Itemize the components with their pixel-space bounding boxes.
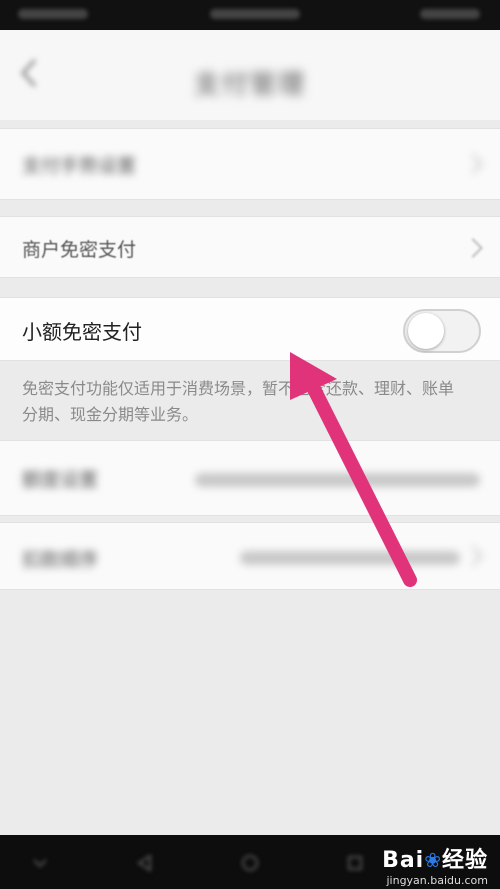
network-icons (210, 9, 300, 19)
paw-icon: ❀ (424, 848, 442, 872)
home-key-icon[interactable] (240, 853, 260, 873)
row-label: 额度设置 (22, 469, 99, 491)
recents-key-icon[interactable] (345, 853, 365, 873)
baidu-jingyan-watermark: Bai❀经验 jingyan.baidu.com (382, 842, 488, 887)
watermark-brand: Bai❀经验 (382, 842, 488, 874)
settings-row-gesture[interactable]: 支付手势设置 (0, 128, 500, 200)
status-bar (0, 0, 500, 30)
page-title: 支付管理 (193, 70, 306, 100)
settings-row-limit[interactable]: 额度设置 (0, 440, 500, 516)
toggle-knob (408, 313, 444, 349)
settings-row-merchant-password-free[interactable]: 商户免密支付 (0, 216, 500, 278)
carrier-text (18, 9, 88, 19)
settings-row-priority[interactable]: 扣款顺序 (0, 522, 500, 590)
small-amount-toggle[interactable] (403, 309, 481, 353)
watermark-brand-suffix: 经验 (441, 848, 488, 873)
chevron-right-icon (463, 238, 483, 258)
row-label: 扣款顺序 (22, 549, 99, 571)
nav-bar: 支付管理 (0, 30, 500, 120)
row-label: 支付手势设置 (22, 155, 137, 177)
battery-icon (420, 9, 480, 19)
row-label: 小额免密支付 (22, 320, 142, 344)
row-value (240, 551, 460, 565)
chevron-right-icon (463, 154, 483, 174)
watermark-brand-text: Bai (382, 848, 425, 873)
menu-key-icon[interactable] (30, 853, 50, 873)
chevron-right-icon (463, 546, 483, 566)
back-key-icon[interactable] (135, 853, 155, 873)
row-value (195, 473, 480, 487)
row-label: 商户免密支付 (22, 239, 137, 261)
info-note: 免密支付功能仅适用于消费场景，暂不包含还款、理财、账单分期、现金分期等业务。 (22, 379, 455, 424)
watermark-site: jingyan.baidu.com (386, 874, 488, 887)
